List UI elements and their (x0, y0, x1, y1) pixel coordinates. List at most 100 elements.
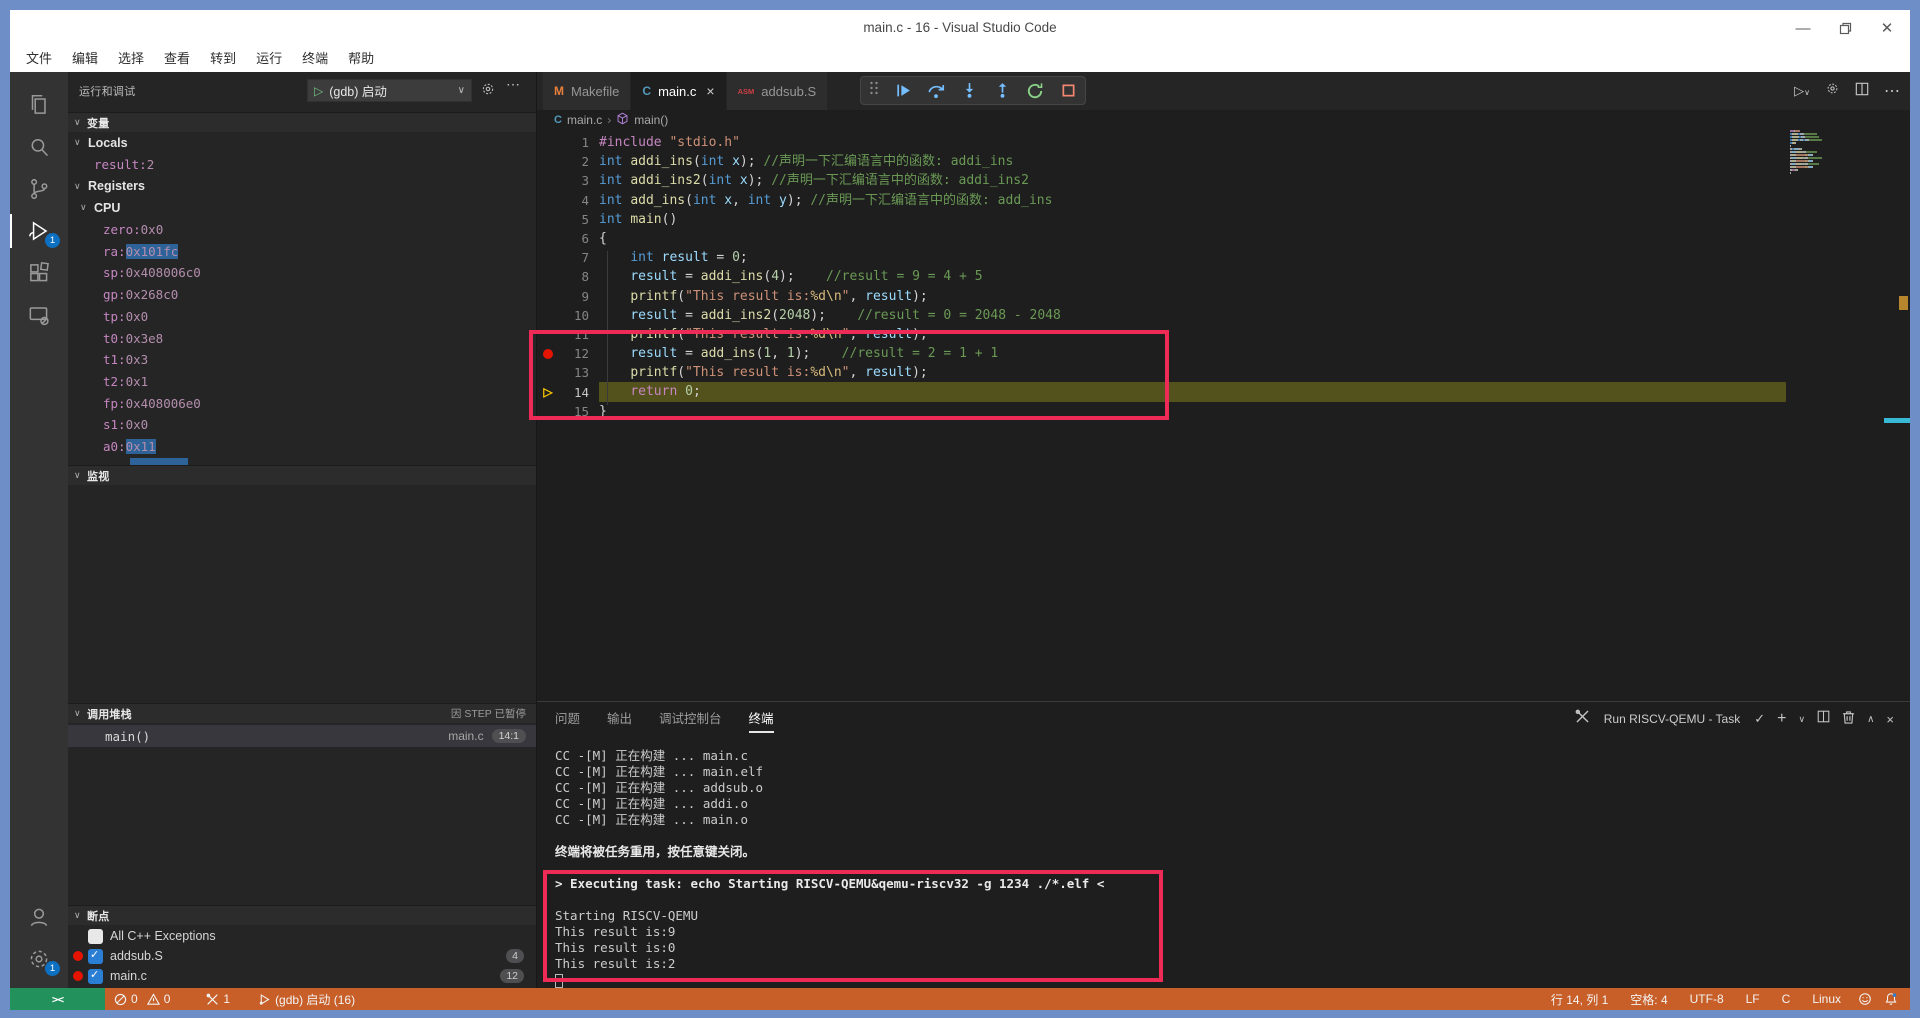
code-line-3[interactable]: 3int addi_ins2(int x); //声明一下汇编语言中的函数: a… (537, 171, 1910, 190)
tree-group-Locals[interactable]: ∨Locals (68, 132, 536, 154)
restart-icon[interactable] (1026, 82, 1044, 100)
run-and-debug-icon[interactable]: 1 (10, 210, 68, 252)
split-editor-icon[interactable] (1855, 82, 1869, 101)
variable-row-ra[interactable]: ra: 0x101fc (68, 240, 536, 262)
terminal-dropdown-icon[interactable]: ∨ (1798, 714, 1805, 725)
start-debug-icon[interactable]: ▷ (314, 84, 323, 98)
code-line-14[interactable]: ▷14 return 0; (537, 382, 1910, 401)
code-area[interactable]: 1#include "stdio.h"2int addi_ins(int x);… (537, 130, 1910, 701)
code-line-12[interactable]: 12 result = add_ins(1, 1); //result = 2 … (537, 344, 1910, 363)
terminal-task-label[interactable]: Run RISCV-QEMU - Task (1604, 712, 1740, 726)
panel-tab-终端[interactable]: 终端 (749, 708, 774, 734)
code-line-11[interactable]: 11 printf("This result is:%d\n", result)… (537, 325, 1910, 344)
menu-item-编辑[interactable]: 编辑 (62, 48, 108, 70)
menu-item-查看[interactable]: 查看 (154, 48, 200, 70)
run-file-icon[interactable]: ▷∨ (1794, 83, 1810, 99)
code-line-15[interactable]: 15} (537, 402, 1910, 421)
split-terminal-icon[interactable] (1817, 710, 1830, 728)
terminal-output[interactable]: CC -[M] 正在构建 ... main.cCC -[M] 正在构建 ... … (555, 748, 1890, 988)
ports-status[interactable]: 1 (197, 988, 239, 1010)
source-control-icon[interactable] (10, 168, 68, 210)
stop-icon[interactable] (1059, 82, 1077, 100)
continue-icon[interactable] (894, 82, 912, 100)
minimize-icon[interactable]: — (1794, 19, 1812, 37)
menu-item-终端[interactable]: 终端 (292, 48, 338, 70)
more-actions-icon[interactable]: ⋯ (1884, 81, 1900, 101)
code-line-2[interactable]: 2int addi_ins(int x); //声明一下汇编语言中的函数: ad… (537, 152, 1910, 171)
variable-row-result[interactable]: result: 2 (68, 154, 536, 176)
stack-frame-row[interactable]: main() main.c 14:1 (68, 725, 536, 747)
extensions-icon[interactable] (10, 252, 68, 294)
code-line-4[interactable]: 4int add_ins(int x, int y); //声明一下汇编语言中的… (537, 191, 1910, 210)
variable-row-t0[interactable]: t0: 0x3e8 (68, 327, 536, 349)
new-terminal-icon[interactable]: + (1777, 710, 1786, 728)
variable-row-t2[interactable]: t2: 0x1 (68, 371, 536, 393)
step-out-icon[interactable] (993, 82, 1011, 100)
gear-icon[interactable] (1825, 81, 1840, 101)
menu-item-文件[interactable]: 文件 (16, 48, 62, 70)
close-tab-icon[interactable]: × (706, 83, 714, 99)
tab-addsub-s[interactable]: ASM addsub.S (727, 72, 829, 110)
tab-makefile[interactable]: M Makefile (543, 72, 631, 110)
settings-gear-icon[interactable]: 1 (10, 938, 68, 980)
maximize-panel-icon[interactable]: ∧ (1867, 714, 1874, 725)
watch-section-header[interactable]: ∨ 监视 (68, 465, 536, 485)
variable-row-sp[interactable]: sp: 0x408006c0 (68, 262, 536, 284)
encoding[interactable]: UTF-8 (1681, 988, 1733, 1010)
menu-item-转到[interactable]: 转到 (200, 48, 246, 70)
notifications-bell-icon[interactable] (1880, 988, 1902, 1010)
remote-explorer-icon[interactable] (10, 294, 68, 336)
breakpoint-row-main.c[interactable]: main.c12 (68, 966, 536, 986)
panel-tab-输出[interactable]: 输出 (607, 708, 632, 734)
problems-status[interactable]: 0 0 (105, 988, 179, 1010)
variable-row-fp[interactable]: fp: 0x408006e0 (68, 392, 536, 414)
close-icon[interactable]: ✕ (1878, 19, 1896, 37)
panel-tab-问题[interactable]: 问题 (555, 708, 580, 734)
breakpoint-checkbox[interactable] (88, 969, 103, 984)
more-actions-icon[interactable]: ⋯ (506, 76, 521, 93)
code-line-10[interactable]: 10 result = addi_ins2(2048); //result = … (537, 306, 1910, 325)
tab-main-c[interactable]: C main.c × (631, 72, 726, 110)
menu-item-运行[interactable]: 运行 (246, 48, 292, 70)
variable-row-s1[interactable]: s1: 0x0 (68, 414, 536, 436)
debug-session-status[interactable]: (gdb) 启动 (16) (249, 988, 364, 1010)
variables-section-header[interactable]: ∨ 变量 (68, 112, 536, 132)
eol-sequence[interactable]: LF (1737, 988, 1769, 1010)
menu-item-选择[interactable]: 选择 (108, 48, 154, 70)
account-icon[interactable] (10, 896, 68, 938)
breakpoint-checkbox[interactable] (88, 949, 103, 964)
variable-row-gp[interactable]: gp: 0x268c0 (68, 284, 536, 306)
breadcrumb-file[interactable]: main.c (567, 113, 602, 127)
close-panel-icon[interactable]: × (1886, 712, 1894, 727)
breadcrumb-symbol[interactable]: main() (634, 113, 668, 127)
tree-group-CPU[interactable]: ∨CPU (68, 197, 536, 219)
step-into-icon[interactable] (960, 82, 978, 100)
code-line-7[interactable]: 7 int result = 0; (537, 248, 1910, 267)
variable-row-a0[interactable]: a0: 0x11 (68, 436, 536, 458)
os-indicator[interactable]: Linux (1803, 988, 1850, 1010)
breakpoint-row-All C++ Exceptions[interactable]: All C++ Exceptions (68, 926, 536, 946)
search-icon[interactable] (10, 126, 68, 168)
step-over-icon[interactable] (927, 82, 945, 100)
cursor-position[interactable]: 行 14, 列 1 (1542, 988, 1617, 1010)
code-line-13[interactable]: 13 printf("This result is:%d\n", result)… (537, 363, 1910, 382)
code-line-6[interactable]: 6{ (537, 229, 1910, 248)
menu-item-帮助[interactable]: 帮助 (338, 48, 384, 70)
minimap[interactable] (1790, 130, 1860, 175)
explorer-icon[interactable] (10, 84, 68, 126)
code-line-1[interactable]: 1#include "stdio.h" (537, 133, 1910, 152)
restore-icon[interactable] (1836, 19, 1854, 37)
call-stack-section-header[interactable]: ∨ 调用堆栈 因 STEP 已暂停 (68, 703, 536, 723)
panel-tab-调试控制台[interactable]: 调试控制台 (659, 708, 722, 734)
code-line-8[interactable]: 8 result = addi_ins(4); //result = 9 = 4… (537, 267, 1910, 286)
code-line-9[interactable]: 9 printf("This result is:%d\n", result); (537, 287, 1910, 306)
language-mode[interactable]: C (1773, 988, 1800, 1010)
variable-row-tp[interactable]: tp: 0x0 (68, 306, 536, 328)
debug-settings-gear-icon[interactable] (480, 81, 496, 102)
variable-row-zero[interactable]: zero: 0x0 (68, 219, 536, 241)
launch-config-dropdown[interactable]: ▷ (gdb) 启动 ∨ (307, 79, 472, 102)
feedback-smiley-icon[interactable] (1854, 988, 1876, 1010)
breakpoint-row-addsub.S[interactable]: addsub.S4 (68, 946, 536, 966)
drag-grip-icon[interactable] (869, 80, 879, 101)
code-line-5[interactable]: 5int main() (537, 210, 1910, 229)
